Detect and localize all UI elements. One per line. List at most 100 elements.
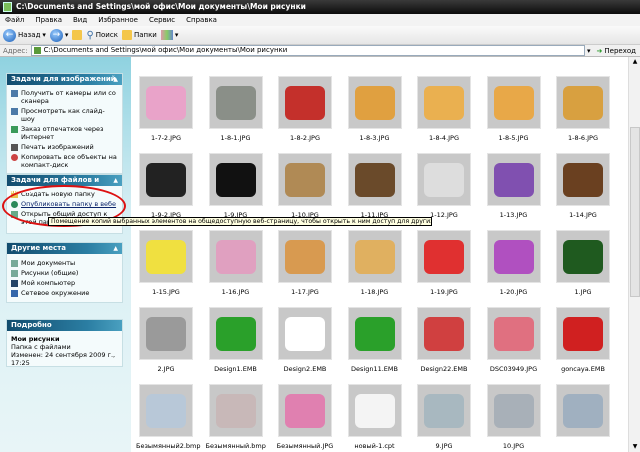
search-button[interactable]: ⚲ Поиск	[86, 30, 118, 41]
menu-help[interactable]: Справка	[186, 16, 217, 24]
place-shared-pictures[interactable]: Рисунки (общие)	[7, 268, 122, 278]
thumbnail[interactable]	[556, 230, 610, 283]
thumbnail[interactable]	[139, 384, 193, 437]
thumbnail[interactable]	[486, 153, 541, 206]
file-item[interactable]: Design22.EMB	[414, 307, 474, 373]
place-my-computer[interactable]: Мой компьютер	[7, 278, 122, 288]
thumbnail[interactable]	[417, 307, 471, 360]
thumbnail[interactable]	[139, 307, 193, 360]
thumbnail[interactable]	[347, 307, 402, 360]
thumbnail[interactable]	[556, 76, 610, 129]
file-item[interactable]: 1-8-6.JPG	[553, 76, 613, 142]
file-item[interactable]: 1-19.JPG	[414, 230, 474, 296]
file-item[interactable]: 1-17.JPG	[275, 230, 335, 296]
thumbnail[interactable]	[417, 384, 471, 437]
scroll-up-icon[interactable]: ▲	[630, 57, 640, 67]
thumbnail[interactable]	[486, 230, 541, 283]
forward-button[interactable]: → ▾	[49, 28, 69, 42]
menu-tools[interactable]: Сервис	[149, 16, 175, 24]
back-button[interactable]: ← Назад ▾	[3, 28, 46, 42]
file-item[interactable]: Design1.EMB	[206, 307, 266, 373]
file-item[interactable]: 1.JPG	[553, 230, 613, 296]
thumbnail[interactable]	[139, 153, 193, 206]
menu-file[interactable]: Файл	[5, 16, 24, 24]
thumbnail[interactable]	[556, 307, 610, 360]
thumbnail[interactable]	[208, 384, 263, 437]
thumbnail[interactable]	[486, 76, 541, 129]
thumbnail[interactable]	[278, 153, 332, 206]
file-item[interactable]: 1-18.JPG	[345, 230, 405, 296]
thumbnail[interactable]	[278, 76, 332, 129]
file-item[interactable]: новый-1.cpt	[345, 384, 405, 450]
file-item[interactable]: 1-9-2.JPG	[136, 153, 196, 219]
task-slideshow[interactable]: Просмотреть как слайд-шоу	[7, 106, 122, 124]
file-item[interactable]: Design2.EMB	[275, 307, 335, 373]
file-item[interactable]: 1-15.JPG	[136, 230, 196, 296]
dropdown-icon[interactable]: ▾	[65, 31, 69, 39]
place-my-documents[interactable]: Мои документы	[7, 258, 122, 268]
thumbnail[interactable]	[347, 153, 402, 206]
file-item[interactable]: 1-9.JPG	[206, 153, 266, 219]
other-places-header[interactable]: Другие места ▲	[7, 243, 122, 254]
collapse-icon[interactable]: ▲	[113, 175, 118, 186]
task-get-from-camera[interactable]: Получить от камеры или со сканера	[7, 88, 122, 106]
thumbnail[interactable]	[417, 76, 471, 129]
thumbnail[interactable]	[139, 76, 193, 129]
file-item[interactable]: 2.JPG	[136, 307, 196, 373]
file-item[interactable]: 1-8-4.JPG	[414, 76, 474, 142]
scroll-down-icon[interactable]: ▼	[630, 442, 640, 452]
address-dropdown-icon[interactable]: ▾	[585, 47, 593, 55]
file-item[interactable]: 1-16.JPG	[206, 230, 266, 296]
views-button[interactable]: ▾	[160, 30, 178, 40]
thumbnail[interactable]	[347, 76, 402, 129]
file-item[interactable]: 1-8-3.JPG	[345, 76, 405, 142]
vertical-scrollbar[interactable]: ▲ ▼	[628, 57, 640, 452]
file-item[interactable]: 9.JPG	[414, 384, 474, 450]
thumbnail[interactable]	[208, 153, 263, 206]
collapse-icon[interactable]: ▲	[113, 243, 118, 254]
file-item[interactable]: 1-12.JPG	[414, 153, 474, 219]
details-header[interactable]: Подробно	[7, 320, 122, 331]
place-network[interactable]: Сетевое окружение	[7, 288, 122, 298]
task-copy-to-cd[interactable]: Копировать все объекты на компакт-диск	[7, 152, 122, 170]
thumbnail[interactable]	[417, 230, 471, 283]
task-order-prints[interactable]: Заказ отпечатков через Интернет	[7, 124, 122, 142]
thumbnail[interactable]	[486, 384, 541, 437]
file-item[interactable]: 1-7-2.JPG	[136, 76, 196, 142]
menu-favorites[interactable]: Избранное	[98, 16, 138, 24]
file-item[interactable]: 1-20.JPG	[484, 230, 544, 296]
up-button[interactable]	[72, 30, 83, 40]
file-item[interactable]: 10.JPG	[484, 384, 544, 450]
thumbnail[interactable]	[278, 307, 332, 360]
thumbnail[interactable]	[486, 307, 541, 360]
dropdown-icon[interactable]: ▾	[42, 31, 46, 39]
file-item[interactable]: 1-8-2.JPG	[275, 76, 335, 142]
file-item[interactable]: Design11.EMB	[345, 307, 405, 373]
collapse-icon[interactable]: ▲	[113, 74, 118, 85]
file-item[interactable]: DSC03949.JPG	[484, 307, 544, 373]
file-item[interactable]: 1-8-1.JPG	[206, 76, 266, 142]
task-print[interactable]: Печать изображений	[7, 142, 122, 152]
menu-view[interactable]: Вид	[73, 16, 87, 24]
file-item[interactable]: 1-8-5.JPG	[484, 76, 544, 142]
file-item[interactable]: Безымянный.JPG	[275, 384, 335, 450]
thumbnail[interactable]	[347, 230, 402, 283]
address-input[interactable]: C:\Documents and Settings\мой офис\Мои д…	[30, 45, 586, 56]
thumbnail[interactable]	[278, 230, 332, 283]
file-item[interactable]: Безымянный.bmp	[206, 384, 266, 450]
thumbnail[interactable]	[208, 230, 263, 283]
folders-button[interactable]: Папки	[121, 30, 157, 40]
thumbnail[interactable]	[347, 384, 402, 437]
file-item[interactable]: 1-11.JPG	[345, 153, 405, 219]
thumbnail[interactable]	[139, 230, 193, 283]
go-button[interactable]: ➜ Переход	[593, 47, 640, 55]
scrollbar-thumb[interactable]	[630, 127, 640, 297]
thumbnail[interactable]	[556, 153, 610, 206]
file-item[interactable]: 1-13.JPG	[484, 153, 544, 219]
menu-edit[interactable]: Правка	[35, 16, 62, 24]
thumbnail[interactable]	[208, 76, 263, 129]
file-item[interactable]: 1-10.JPG	[275, 153, 335, 219]
thumbnail[interactable]	[417, 153, 471, 206]
thumbnail[interactable]	[208, 307, 263, 360]
file-item[interactable]: goncaya.EMB	[553, 307, 613, 373]
